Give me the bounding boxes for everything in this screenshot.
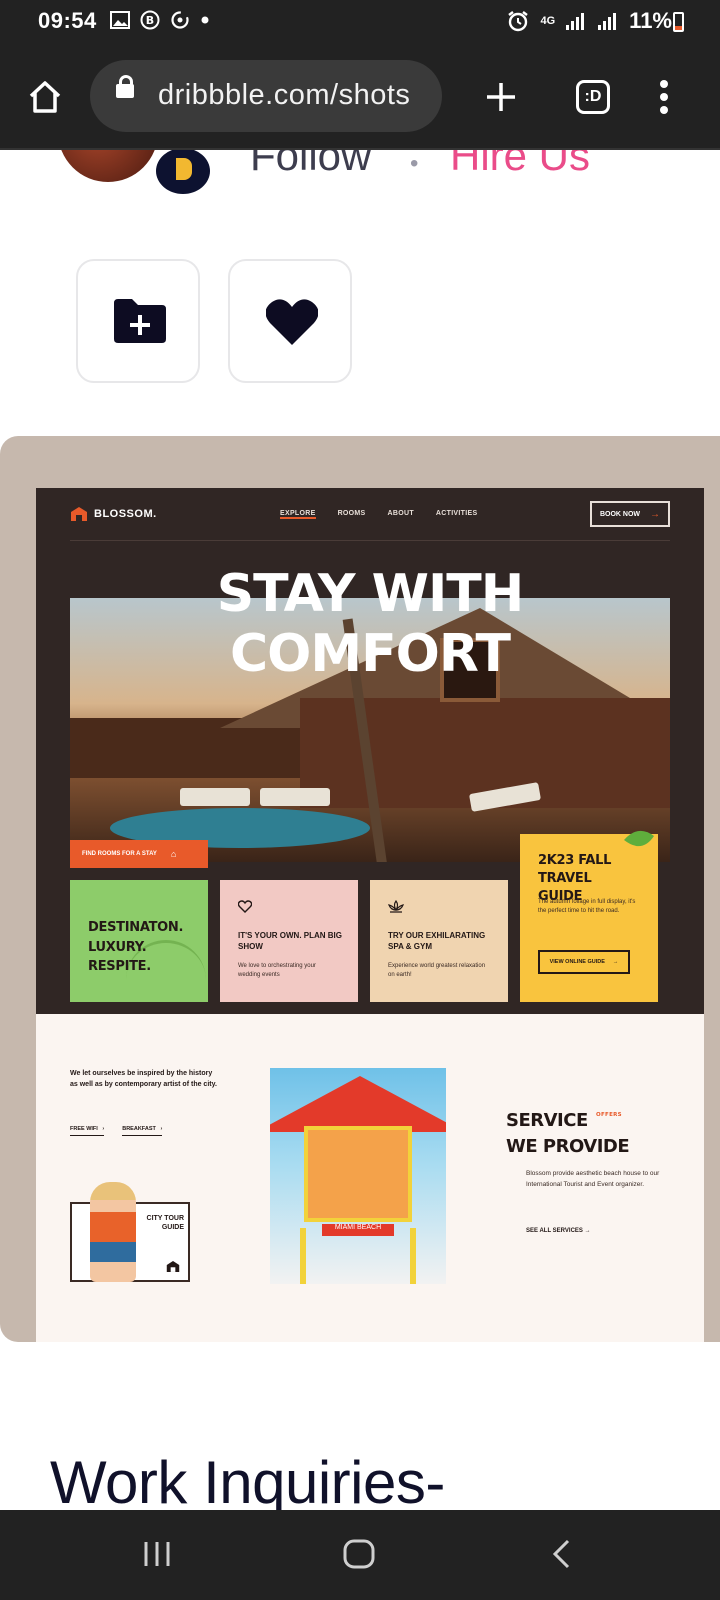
city-tour-label: CITY TOUR GUIDE [146, 1215, 184, 1232]
browser-toolbar: dribbble.com/shots :D [0, 44, 720, 150]
battery-icon [673, 12, 684, 32]
tile-pink-title: IT'S YOUR OWN. PLAN BIG SHOW [238, 931, 342, 952]
site-link-breakfast: BREAKFAST › [122, 1126, 163, 1136]
back-icon[interactable] [550, 1538, 572, 1570]
heart-outline-icon [238, 900, 252, 913]
lock-icon [116, 75, 134, 98]
plus-icon[interactable] [484, 80, 518, 114]
tour-guide-photo [90, 1182, 136, 1282]
b-app-icon: B [140, 10, 160, 30]
folder-plus-icon [114, 299, 166, 343]
site-find-rooms: FIND ROOMS FOR A STAY ⌂ [70, 840, 208, 868]
lotus-icon [388, 900, 404, 913]
view-guide-button: VIEW ONLINE GUIDE → [538, 950, 630, 974]
avatar[interactable] [58, 150, 158, 182]
tile-beige-text: Experience world greatest relaxation on … [388, 963, 486, 978]
status-notification-icons: B [110, 10, 210, 30]
site-tile-destination: DESTINATON. LUXURY. RESPITE. [70, 880, 208, 1002]
site-tile-wedding: IT'S YOUR OWN. PLAN BIG SHOW We love to … [220, 880, 358, 1002]
home-button-icon[interactable] [342, 1538, 376, 1570]
site-hero-title: STAY WITH COMFORT [216, 564, 525, 684]
recent-apps-icon[interactable] [142, 1540, 172, 1568]
site-nav-links: EXPLORE ROOMS ABOUT ACTIVITIES [280, 510, 477, 519]
team-badge[interactable] [152, 150, 214, 198]
heart-icon [266, 299, 318, 345]
tower-legs [300, 1228, 416, 1284]
status-system-icons: 4G 11% [506, 8, 672, 34]
see-all-label: SEE ALL SERVICES [526, 1228, 583, 1234]
tab-switcher-icon[interactable]: :D [576, 80, 610, 114]
address-bar[interactable]: dribbble.com/shots [90, 60, 442, 132]
site-nav: BLOSSOM. EXPLORE ROOMS ABOUT ACTIVITIES … [36, 488, 704, 544]
leaf-icon [624, 830, 654, 847]
arrow-right-icon: → [612, 959, 619, 965]
site-nav-rooms: ROOMS [337, 510, 366, 517]
site-see-all-services: SEE ALL SERVICES → [526, 1228, 591, 1234]
service-line-2: WE PROVIDE [506, 1136, 630, 1158]
system-nav-bar [0, 1510, 720, 1600]
more-vert-icon[interactable] [658, 78, 670, 116]
sync-icon [171, 11, 189, 29]
svg-text:B: B [146, 14, 154, 27]
shot-image-website: BLOSSOM. EXPLORE ROOMS ABOUT ACTIVITIES … [36, 488, 704, 1342]
url-text[interactable]: dribbble.com/shots [158, 79, 410, 112]
site-lower-section: We let ourselves be inspired by the hist… [36, 1014, 704, 1342]
site-tile-spa: TRY OUR EXHILARATING SPA & GYM Experienc… [370, 880, 508, 1002]
site-nav-activities: ACTIVITIES [435, 510, 478, 517]
lifeguard-tower-photo: MIAMI BEACH [270, 1068, 446, 1284]
signal-2-icon [598, 13, 617, 30]
network-type-label: 4G [540, 14, 556, 27]
status-bar: 09:54 B 4G 11% [0, 0, 720, 44]
site-find-rooms-label: FIND ROOMS FOR A STAY [82, 851, 157, 857]
site-tile-travel-guide: 2K23 FALL TRAVEL GUIDE The autumn foliag… [520, 830, 658, 1002]
follow-link[interactable]: Follow [250, 150, 371, 180]
hero-lounger [180, 788, 250, 806]
team-logo-icon [176, 158, 192, 180]
hire-us-link[interactable]: Hire Us [450, 150, 590, 180]
site-book-now-label: BOOK NOW [599, 510, 641, 518]
shot-preview[interactable]: BLOSSOM. EXPLORE ROOMS ABOUT ACTIVITIES … [0, 436, 720, 1342]
site-logo-text: BLOSSOM. [94, 508, 157, 520]
status-time: 09:54 [38, 8, 97, 33]
hero-lounger [260, 788, 330, 806]
site-book-now: BOOK NOW → [590, 501, 670, 527]
save-to-collection-button[interactable] [76, 259, 200, 383]
offers-tag: OFFERS [596, 1112, 622, 1118]
site-feature-links: FREE WIFI › BREAKFAST › [70, 1126, 163, 1136]
tower-body [304, 1126, 412, 1222]
tile-green-title: DESTINATON. LUXURY. RESPITE. [88, 920, 184, 974]
tile-yellow-text: The autumn foliage in full display, it's… [538, 899, 636, 914]
tile-pink-text: We love to orchestrating your wedding ev… [238, 963, 316, 978]
separator-dot: • [410, 150, 419, 177]
blossom-logo-icon [166, 1261, 180, 1272]
house-icon: ⌂ [170, 849, 177, 859]
site-service-heading: SERVICE WE PROVIDE OFFERS [506, 1108, 630, 1160]
work-inquiries-heading: Work Inquiries- [50, 1449, 445, 1516]
arrow-right-icon: → [650, 508, 661, 520]
tile-beige-title: TRY OUR EXHILARATING SPA & GYM [388, 931, 486, 952]
profile-strip: Follow • Hire Us [0, 150, 720, 210]
view-guide-label: VIEW ONLINE GUIDE [549, 959, 605, 965]
tower-roof [270, 1076, 446, 1132]
site-intro-text: We let ourselves be inspired by the hist… [70, 1070, 217, 1089]
tower-sign: MIAMI BEACH [322, 1224, 394, 1236]
alarm-icon [508, 11, 529, 32]
dot-icon [201, 16, 209, 24]
site-nav-about: ABOUT [387, 510, 414, 517]
site-logo: BLOSSOM. [70, 506, 157, 522]
signal-icon [566, 13, 585, 30]
site-link-wifi-label: FREE WIFI [70, 1126, 98, 1136]
arrow-right-icon: → [584, 1228, 591, 1234]
site-link-breakfast-label: BREAKFAST [122, 1126, 156, 1136]
home-icon[interactable] [26, 78, 64, 116]
blossom-logo-icon [71, 507, 87, 521]
gallery-icon [110, 11, 130, 29]
site-city-tour-card: CITY TOUR GUIDE [70, 1182, 190, 1282]
site-nav-divider [70, 540, 670, 541]
site-service-description: Blossom provide aesthetic beach house to… [526, 1170, 660, 1189]
site-link-wifi: FREE WIFI › [70, 1126, 105, 1136]
battery-percent: 11% [629, 8, 672, 33]
site-nav-explore: EXPLORE [280, 510, 316, 519]
like-button[interactable] [228, 259, 352, 383]
